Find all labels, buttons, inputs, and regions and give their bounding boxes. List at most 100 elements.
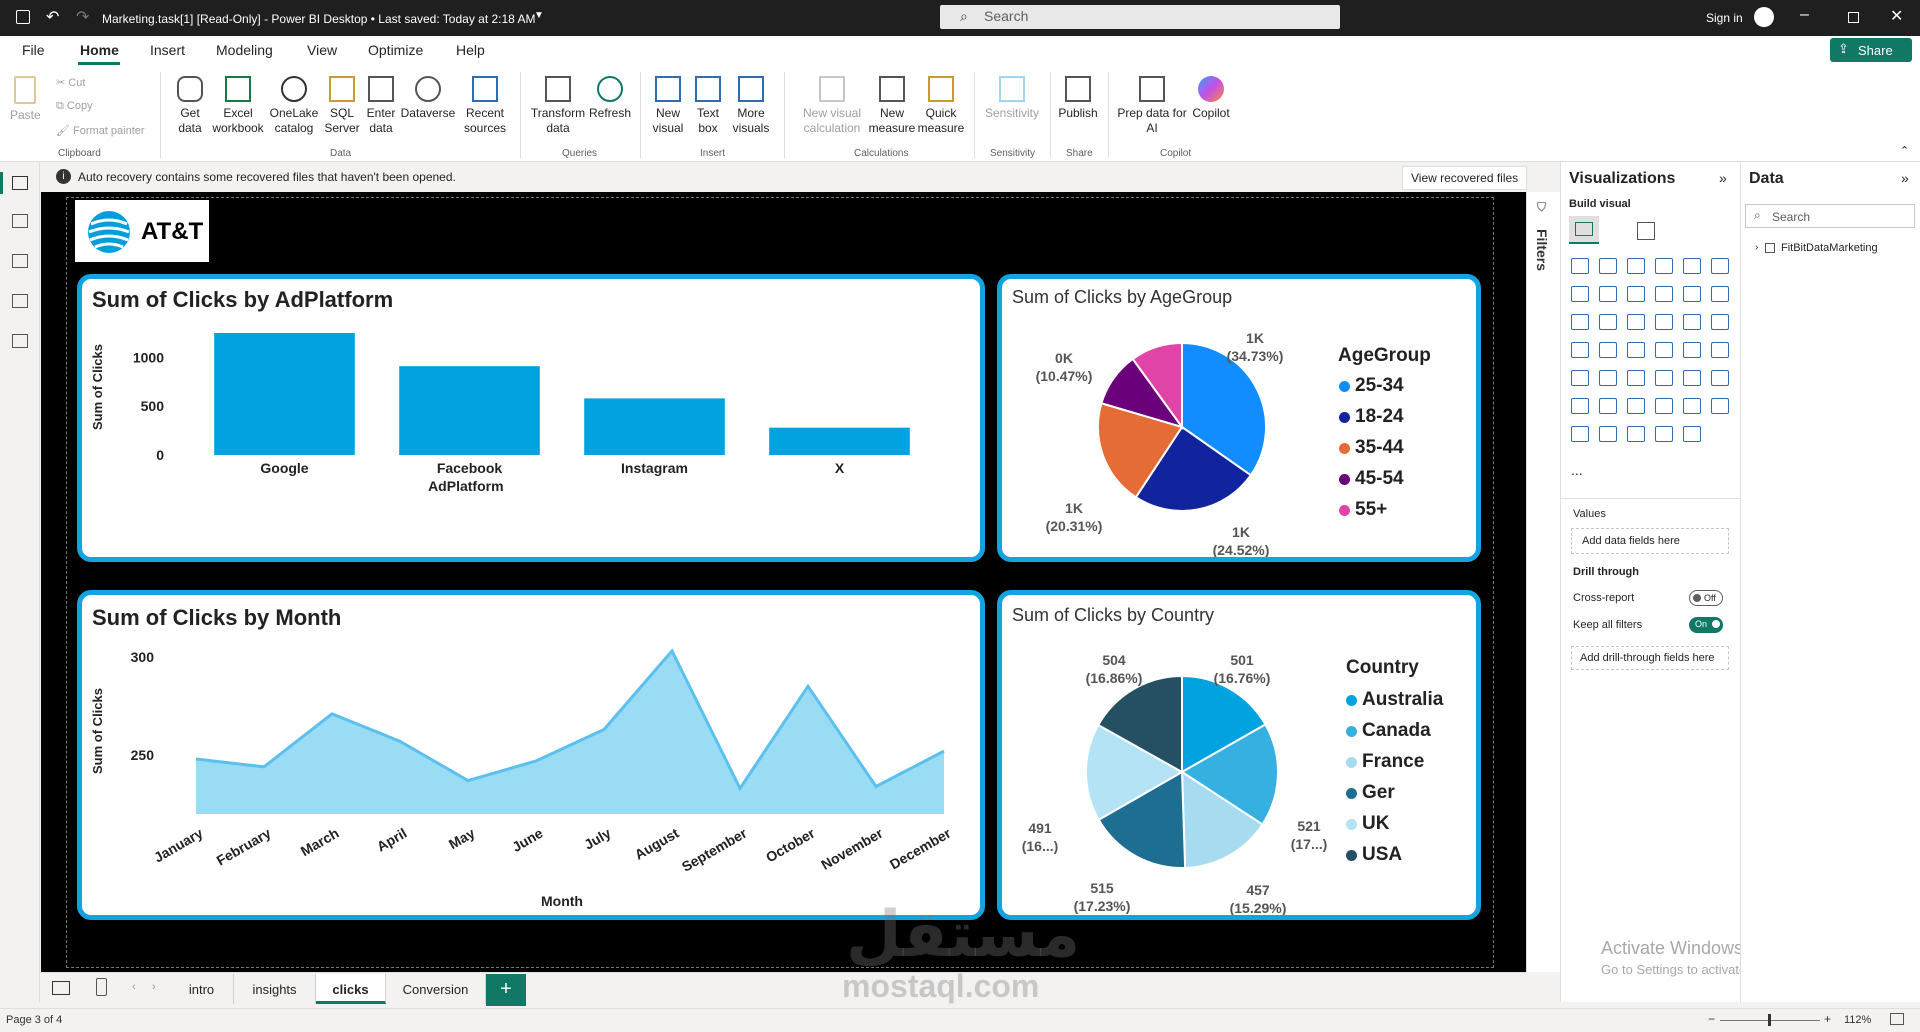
publish-button[interactable]: Publish bbox=[1056, 76, 1100, 121]
recent-sources-button[interactable]: Recent sources bbox=[460, 76, 510, 136]
new-measure-button[interactable]: New measure bbox=[868, 76, 916, 136]
prep-data-ai-button[interactable]: Prep data for AI bbox=[1114, 76, 1190, 136]
menu-insert[interactable]: Insert bbox=[150, 42, 185, 58]
model-view-icon[interactable] bbox=[12, 254, 28, 268]
map-visual-icon[interactable] bbox=[1711, 314, 1729, 330]
stacked-bar-visual-icon[interactable] bbox=[1571, 258, 1589, 274]
cross-report-toggle[interactable]: Off bbox=[1689, 590, 1723, 606]
menu-modeling[interactable]: Modeling bbox=[216, 42, 273, 58]
menu-view[interactable]: View bbox=[307, 42, 337, 58]
stacked-area-visual-icon[interactable] bbox=[1627, 286, 1645, 302]
new-visual-button[interactable]: New visual bbox=[648, 76, 688, 136]
get-data-button[interactable]: Get data bbox=[170, 76, 210, 136]
table-fitbit[interactable]: FitBitDataMarketing bbox=[1781, 242, 1878, 254]
copilot-button[interactable]: Copilot bbox=[1186, 76, 1236, 121]
line-visual-icon[interactable] bbox=[1571, 286, 1589, 302]
build-visual-tab[interactable] bbox=[1569, 216, 1599, 244]
view-recovered-files-button[interactable]: View recovered files bbox=[1402, 166, 1528, 190]
tmdl-view-icon[interactable] bbox=[12, 334, 28, 348]
table-visual-icon[interactable] bbox=[1599, 370, 1617, 386]
scatter-visual-icon[interactable] bbox=[1599, 314, 1617, 330]
add-page-button[interactable]: + bbox=[486, 974, 526, 1006]
kpi-visual-icon[interactable] bbox=[1711, 342, 1729, 358]
avatar-icon[interactable] bbox=[1754, 7, 1774, 27]
stacked-column-visual-icon[interactable] bbox=[1599, 258, 1617, 274]
clustered-column-visual-icon[interactable] bbox=[1655, 258, 1673, 274]
paginated-visual-icon[interactable] bbox=[1655, 398, 1673, 414]
waterfall-visual-icon[interactable] bbox=[1711, 286, 1729, 302]
key-influencers-visual-icon[interactable] bbox=[1711, 370, 1729, 386]
gauge-visual-icon[interactable] bbox=[1627, 342, 1645, 358]
format-visual-icon[interactable] bbox=[1637, 222, 1655, 240]
share-button[interactable]: ⇪ Share bbox=[1830, 38, 1912, 62]
menu-home[interactable]: Home bbox=[80, 42, 119, 58]
expand-table-icon[interactable]: › bbox=[1755, 242, 1758, 253]
tab-insights[interactable]: insights bbox=[234, 974, 316, 1004]
azure-map-visual-icon[interactable] bbox=[1599, 342, 1617, 358]
dataverse-button[interactable]: Dataverse bbox=[400, 76, 456, 121]
card-visual-icon[interactable] bbox=[1655, 342, 1673, 358]
table-view-icon[interactable] bbox=[12, 214, 28, 228]
fit-to-page-icon[interactable] bbox=[1890, 1013, 1904, 1025]
donut-visual-icon[interactable] bbox=[1655, 314, 1673, 330]
new-visual-calculation-button[interactable]: New visual calculation bbox=[792, 76, 872, 136]
slicer-visual-icon[interactable] bbox=[1571, 370, 1589, 386]
month-chart-card[interactable]: Sum of Clicks by Month 300 250 Sum of Clic… bbox=[77, 590, 985, 920]
sensitivity-button[interactable]: Sensitivity bbox=[982, 76, 1042, 121]
clustered-bar-visual-icon[interactable] bbox=[1627, 258, 1645, 274]
add-data-fields-well[interactable]: Add data fields here bbox=[1571, 528, 1729, 554]
tab-clicks[interactable]: clicks bbox=[316, 974, 386, 1004]
add-drill-through-well[interactable]: Add drill-through fields here bbox=[1571, 646, 1729, 670]
100-bar-visual-icon[interactable] bbox=[1683, 258, 1701, 274]
collapse-viz-icon[interactable]: » bbox=[1719, 170, 1727, 186]
menu-help[interactable]: Help bbox=[456, 42, 485, 58]
area-visual-icon[interactable] bbox=[1599, 286, 1617, 302]
mobile-layout-icon[interactable] bbox=[96, 978, 107, 996]
tab-intro[interactable]: intro bbox=[170, 974, 234, 1004]
image-visual-icon[interactable] bbox=[1627, 426, 1645, 442]
text-box-button[interactable]: Text box bbox=[690, 76, 726, 136]
r-visual-visual-icon[interactable] bbox=[1655, 370, 1673, 386]
zoom-in-icon[interactable]: + bbox=[1824, 1012, 1831, 1026]
multi-card-visual-icon[interactable] bbox=[1683, 342, 1701, 358]
data-search-input[interactable]: ⌕ Search bbox=[1745, 204, 1915, 228]
shape-visual-icon[interactable] bbox=[1599, 426, 1617, 442]
transform-data-button[interactable]: Transform data bbox=[528, 76, 588, 136]
menu-file[interactable]: File bbox=[22, 42, 45, 58]
python-visual-icon[interactable] bbox=[1683, 370, 1701, 386]
close-icon[interactable]: ✕ bbox=[1890, 6, 1903, 26]
dax-query-icon[interactable] bbox=[12, 294, 28, 308]
paste-button[interactable]: Paste bbox=[10, 76, 41, 123]
excel-workbook-button[interactable]: Excel workbook bbox=[210, 76, 266, 136]
power-automate-visual-icon[interactable] bbox=[1711, 398, 1729, 414]
sign-in-link[interactable]: Sign in bbox=[1706, 11, 1743, 25]
refresh-button[interactable]: Refresh bbox=[588, 76, 632, 121]
matrix-visual-icon[interactable] bbox=[1627, 370, 1645, 386]
filled-map-visual-icon[interactable] bbox=[1571, 342, 1589, 358]
copy-button[interactable]: ⧉ Copy bbox=[56, 100, 93, 113]
global-search-input[interactable]: ⌕ Search bbox=[940, 5, 1340, 29]
format-painter-button[interactable]: 🖌 Format painter bbox=[56, 124, 145, 137]
text-visual-icon[interactable] bbox=[1655, 426, 1673, 442]
quick-measure-button[interactable]: Quick measure bbox=[916, 76, 966, 136]
next-page-icon[interactable]: › bbox=[152, 981, 156, 993]
filters-pane-collapsed[interactable]: ⛉ Filters bbox=[1526, 192, 1560, 972]
agegroup-chart-card[interactable]: Sum of Clicks by AgeGroup 1K (34.73%) 1K (2… bbox=[997, 274, 1481, 562]
maximize-icon[interactable] bbox=[1848, 12, 1859, 23]
adplatform-chart-card[interactable]: Sum of Clicks by AdPlatform 1000 500 0 Sum … bbox=[77, 274, 985, 562]
funnel-visual-icon[interactable] bbox=[1571, 314, 1589, 330]
ribbon-visual-icon[interactable] bbox=[1683, 286, 1701, 302]
country-chart-card[interactable]: Sum of Clicks by Country 501 (16.76%) 521(… bbox=[997, 590, 1481, 920]
cut-button[interactable]: ✂ Cut bbox=[56, 76, 85, 89]
more-visuals-ellipsis[interactable]: ... bbox=[1571, 462, 1583, 478]
minimize-icon[interactable]: – bbox=[1800, 6, 1809, 24]
undo-icon[interactable]: ↶ bbox=[46, 7, 59, 27]
narrative-visual-icon[interactable] bbox=[1627, 398, 1645, 414]
more-visuals-button[interactable]: More visuals bbox=[726, 76, 776, 136]
prev-page-icon[interactable]: ‹ bbox=[132, 981, 136, 993]
title-dropdown-icon[interactable]: ▼ bbox=[534, 10, 544, 21]
more-visual-icon[interactable] bbox=[1683, 426, 1701, 442]
desktop-layout-icon[interactable] bbox=[52, 981, 70, 995]
pie-visual-icon[interactable] bbox=[1627, 314, 1645, 330]
save-icon[interactable] bbox=[16, 10, 30, 24]
